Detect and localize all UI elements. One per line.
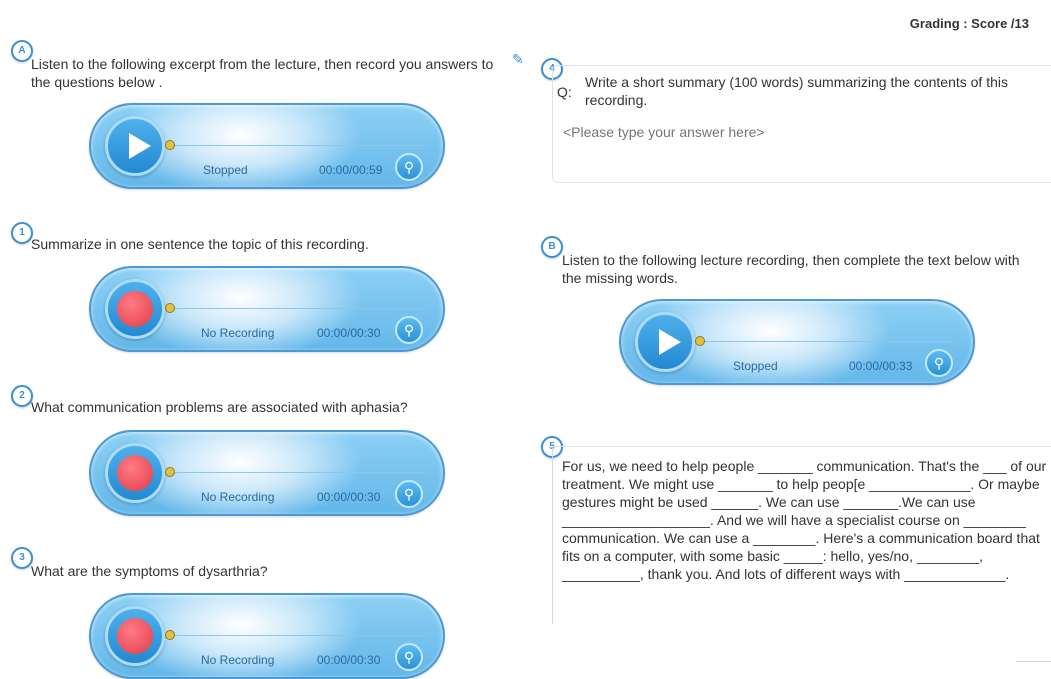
divider bbox=[1016, 661, 1051, 662]
cloze-passage[interactable]: For us, we need to help people _______ c… bbox=[562, 457, 1048, 583]
recorder-time: 00:00/00:30 bbox=[317, 490, 381, 504]
record-button[interactable] bbox=[105, 606, 165, 666]
player-status: Stopped bbox=[733, 359, 778, 373]
progress-track[interactable] bbox=[171, 308, 425, 309]
section-a-instruction: Listen to the following excerpt from the… bbox=[31, 56, 494, 90]
question-label: Q: bbox=[557, 84, 572, 100]
progress-knob[interactable] bbox=[165, 140, 175, 150]
play-button[interactable] bbox=[635, 312, 695, 372]
section-a-badge: A bbox=[11, 40, 33, 62]
question-2-badge: 2 bbox=[11, 385, 33, 407]
play-icon bbox=[129, 133, 151, 159]
question-1-text: Summarize in one sentence the topic of t… bbox=[31, 236, 369, 252]
record-button[interactable] bbox=[105, 279, 165, 339]
play-button[interactable] bbox=[105, 116, 165, 176]
record-icon bbox=[117, 455, 153, 491]
question-2-text: What communication problems are associat… bbox=[31, 399, 408, 415]
recorder-status: No Recording bbox=[201, 326, 275, 340]
section-b-instruction: Listen to the following lecture recordin… bbox=[562, 252, 1020, 286]
recorder-status: No Recording bbox=[201, 653, 275, 667]
play-icon bbox=[659, 329, 681, 355]
progress-knob[interactable] bbox=[165, 303, 175, 313]
player-time: 00:00/00:59 bbox=[319, 163, 383, 177]
wrench-icon[interactable]: ⚲ bbox=[395, 316, 423, 344]
record-button[interactable] bbox=[105, 443, 165, 503]
progress-knob[interactable] bbox=[695, 336, 705, 346]
edit-icon[interactable]: ✎ bbox=[512, 51, 530, 67]
recorder-status: No Recording bbox=[201, 490, 275, 504]
progress-track[interactable] bbox=[701, 341, 955, 342]
question-1-badge: 1 bbox=[11, 222, 33, 244]
summary-answer-box: Q: Write a short summary (100 words) sum… bbox=[552, 65, 1051, 183]
player-status: Stopped bbox=[203, 163, 248, 177]
wrench-icon[interactable]: ⚲ bbox=[395, 480, 423, 508]
grading-score: Grading : Score /13 bbox=[909, 16, 1029, 31]
recorder-2: No Recording 00:00/00:30 ⚲ bbox=[89, 430, 445, 516]
section-b-badge: B bbox=[541, 236, 563, 258]
recorder-3: No Recording 00:00/00:30 ⚲ bbox=[89, 593, 445, 679]
progress-knob[interactable] bbox=[165, 467, 175, 477]
progress-track[interactable] bbox=[171, 145, 425, 146]
player-time: 00:00/00:33 bbox=[849, 359, 913, 373]
wrench-icon[interactable]: ⚲ bbox=[395, 153, 423, 181]
progress-track[interactable] bbox=[171, 635, 425, 636]
cloze-text-box: For us, we need to help people _______ c… bbox=[552, 446, 1051, 624]
record-icon bbox=[117, 291, 153, 327]
recorder-1: No Recording 00:00/00:30 ⚲ bbox=[89, 266, 445, 352]
audio-player-b: Stopped 00:00/00:33 ⚲ bbox=[619, 299, 975, 385]
progress-knob[interactable] bbox=[165, 630, 175, 640]
audio-player-a: Stopped 00:00/00:59 ⚲ bbox=[89, 103, 445, 189]
question-4-prompt: Write a short summary (100 words) summar… bbox=[585, 74, 1009, 108]
recorder-time: 00:00/00:30 bbox=[317, 653, 381, 667]
wrench-icon[interactable]: ⚲ bbox=[395, 643, 423, 671]
question-3-badge: 3 bbox=[11, 547, 33, 569]
wrench-icon[interactable]: ⚲ bbox=[925, 349, 953, 377]
progress-track[interactable] bbox=[171, 472, 425, 473]
record-icon bbox=[117, 618, 153, 654]
question-3-text: What are the symptoms of dysarthria? bbox=[31, 563, 268, 579]
summary-answer-input[interactable] bbox=[563, 124, 1033, 140]
recorder-time: 00:00/00:30 bbox=[317, 326, 381, 340]
